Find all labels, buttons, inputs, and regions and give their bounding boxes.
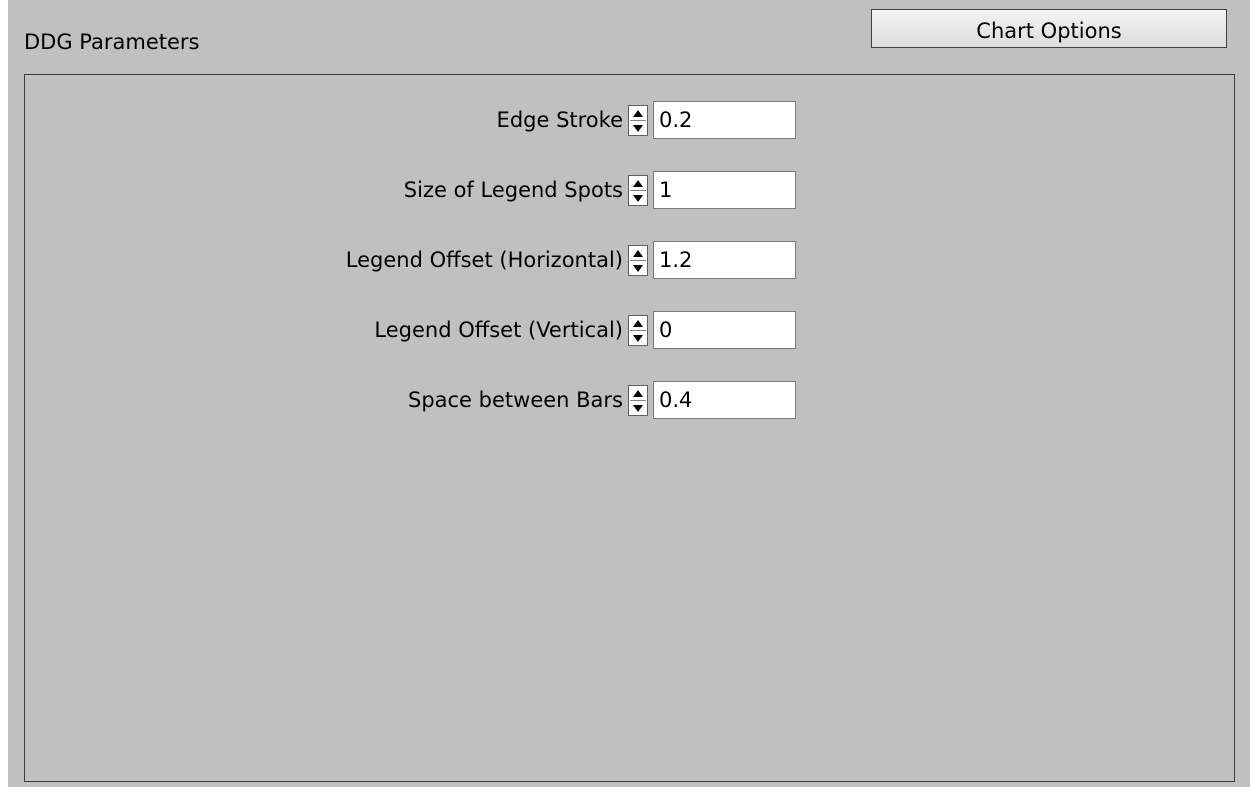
arrow-up-icon[interactable] [629,176,647,190]
arrow-down-icon[interactable] [629,121,647,135]
arrow-up-icon[interactable] [629,106,647,120]
space-between-bars-input[interactable] [653,381,796,419]
param-row-legend-offset-horizontal: Legend Offset (Horizontal) [25,241,813,279]
param-label: Legend Offset (Vertical) [374,318,623,342]
param-label: Size of Legend Spots [403,178,623,202]
arrow-down-icon[interactable] [629,331,647,345]
param-label: Legend Offset (Horizontal) [345,248,623,272]
parameters-panel: Edge Stroke Size of Legend Spots Legend … [24,74,1235,782]
chart-options-button[interactable]: Chart Options [871,9,1227,48]
value-spinner[interactable] [628,105,648,136]
ddg-parameters-window: DDG Parameters Chart Options Edge Stroke… [8,0,1250,787]
arrow-up-icon[interactable] [629,386,647,400]
legend-offset-horizontal-input[interactable] [653,241,796,279]
param-row-legend-spot-size: Size of Legend Spots [25,171,813,209]
param-label: Space between Bars [407,388,623,412]
arrow-down-icon[interactable] [629,191,647,205]
arrow-up-icon[interactable] [629,246,647,260]
param-row-edge-stroke: Edge Stroke [25,101,813,139]
param-row-legend-offset-vertical: Legend Offset (Vertical) [25,311,813,349]
legend-spot-size-input[interactable] [653,171,796,209]
value-spinner[interactable] [628,245,648,276]
value-spinner[interactable] [628,315,648,346]
arrow-up-icon[interactable] [629,316,647,330]
param-row-space-between-bars: Space between Bars [25,381,813,419]
arrow-down-icon[interactable] [629,401,647,415]
value-spinner[interactable] [628,385,648,416]
window-title: DDG Parameters [24,30,200,54]
param-label: Edge Stroke [496,108,623,132]
arrow-down-icon[interactable] [629,261,647,275]
value-spinner[interactable] [628,175,648,206]
legend-offset-vertical-input[interactable] [653,311,796,349]
edge-stroke-input[interactable] [653,101,796,139]
